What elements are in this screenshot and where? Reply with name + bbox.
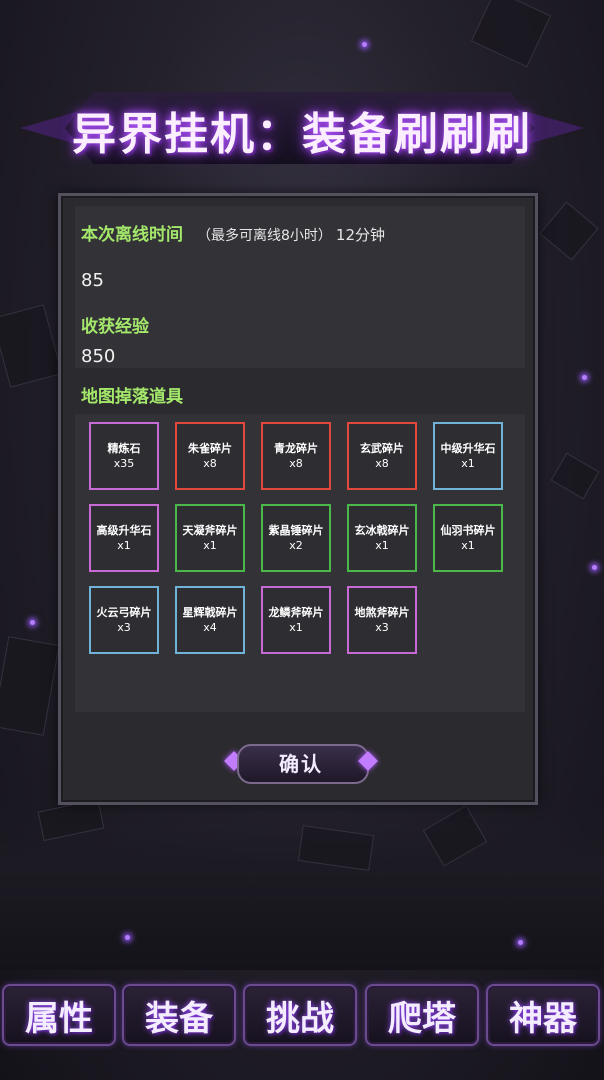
drop-item-name: 高级升华石: [96, 524, 152, 537]
spark-decoration: [125, 935, 130, 940]
spark-decoration: [30, 620, 35, 625]
drop-item-name: 精炼石: [107, 442, 141, 455]
nav-equipment-label: 装备: [145, 998, 213, 1039]
drop-item-count: x3: [117, 621, 131, 634]
drop-item-name: 地煞斧碎片: [354, 606, 410, 619]
drop-item: 玄武碎片 x8: [347, 422, 417, 490]
title-banner: 异界挂机：装备刷刷刷: [20, 70, 584, 190]
drop-item-count: x8: [203, 457, 217, 470]
spark-decoration: [582, 375, 587, 380]
nav-artifact-button[interactable]: 神器: [486, 984, 600, 1046]
drop-item: 精炼石 x35: [89, 422, 159, 490]
nav-tower-label: 爬塔: [388, 998, 456, 1039]
nav-challenge-button[interactable]: 挑战: [243, 984, 357, 1046]
offline-time-label: 本次离线时间: [81, 225, 183, 245]
rock-decoration: [550, 452, 600, 500]
exp-value: 850: [81, 346, 116, 367]
drop-item-name: 龙鳞斧碎片: [268, 606, 324, 619]
nav-attributes-label: 属性: [25, 998, 93, 1039]
drop-item-count: x3: [375, 621, 389, 634]
drop-item-name: 火云弓碎片: [96, 606, 152, 619]
drop-item-count: x1: [289, 621, 303, 634]
drop-item-count: x1: [461, 539, 475, 552]
drop-item-count: x8: [375, 457, 389, 470]
offline-info-box: 本次离线时间 （最多可离线8小时） 12分钟 85 收获经验 850: [75, 206, 525, 368]
spark-decoration: [518, 940, 523, 945]
drop-item: 仙羽书碎片 x1: [433, 504, 503, 572]
drop-item-count: x1: [117, 539, 131, 552]
drop-item-name: 星辉戟碎片: [182, 606, 238, 619]
rock-decoration: [470, 0, 552, 68]
nav-challenge-label: 挑战: [266, 998, 334, 1039]
drop-item: 紫晶锤碎片 x2: [261, 504, 331, 572]
drop-item: 天凝斧碎片 x1: [175, 504, 245, 572]
nav-attributes-button[interactable]: 属性: [2, 984, 116, 1046]
rock-decoration: [0, 636, 60, 736]
drop-item-count: x8: [289, 457, 303, 470]
drop-item: 地煞斧碎片 x3: [347, 586, 417, 654]
offline-time-row: 本次离线时间 （最多可离线8小时） 12分钟: [81, 220, 385, 245]
rock-decoration: [0, 304, 63, 388]
confirm-label: 确认: [279, 751, 323, 776]
rock-decoration: [539, 201, 599, 261]
spark-decoration: [362, 42, 367, 47]
drop-item-count: x2: [289, 539, 303, 552]
spark-decoration: [592, 565, 597, 570]
confirm-button[interactable]: 确认: [224, 740, 378, 784]
offline-reward-panel: 本次离线时间 （最多可离线8小时） 12分钟 85 收获经验 850 地图掉落道…: [58, 193, 538, 805]
offline-value: 85: [81, 270, 104, 291]
drop-item-name: 紫晶锤碎片: [268, 524, 324, 537]
nav-tower-button[interactable]: 爬塔: [365, 984, 479, 1046]
drop-item-name: 玄冰戟碎片: [354, 524, 410, 537]
game-title: 异界挂机：装备刷刷刷: [72, 109, 532, 160]
drop-item: 龙鳞斧碎片 x1: [261, 586, 331, 654]
drop-item-count: x4: [203, 621, 217, 634]
drop-item: 青龙碎片 x8: [261, 422, 331, 490]
drop-item: 高级升华石 x1: [89, 504, 159, 572]
drop-item-count: x1: [203, 539, 217, 552]
drop-item-name: 朱雀碎片: [188, 442, 232, 455]
drops-label: 地图掉落道具: [81, 387, 183, 407]
drop-item-count: x1: [461, 457, 475, 470]
drop-item-name: 天凝斧碎片: [182, 524, 238, 537]
offline-duration: 12分钟: [335, 226, 386, 244]
bottom-nav: 属性 装备 挑战 爬塔 神器: [0, 978, 604, 1080]
drop-item: 火云弓碎片 x3: [89, 586, 159, 654]
drop-item: 中级升华石 x1: [433, 422, 503, 490]
nav-equipment-button[interactable]: 装备: [122, 984, 236, 1046]
drop-item-name: 玄武碎片: [360, 442, 404, 455]
drop-item-count: x35: [113, 457, 135, 470]
drop-item-name: 中级升华石: [440, 442, 496, 455]
drop-item: 星辉戟碎片 x4: [175, 586, 245, 654]
nav-artifact-label: 神器: [509, 998, 577, 1039]
exp-label: 收获经验: [81, 317, 149, 337]
offline-limit-note: （最多可离线8小时）: [197, 228, 332, 244]
drop-item-count: x1: [375, 539, 389, 552]
drop-item: 玄冰戟碎片 x1: [347, 504, 417, 572]
drop-item: 朱雀碎片 x8: [175, 422, 245, 490]
drop-item-name: 青龙碎片: [274, 442, 318, 455]
drop-item-name: 仙羽书碎片: [440, 524, 496, 537]
drops-grid: 精炼石 x35 朱雀碎片 x8 青龙碎片 x8 玄武碎片 x8 中级升华石 x1 高级升华石 x1 天凝…: [75, 414, 525, 712]
